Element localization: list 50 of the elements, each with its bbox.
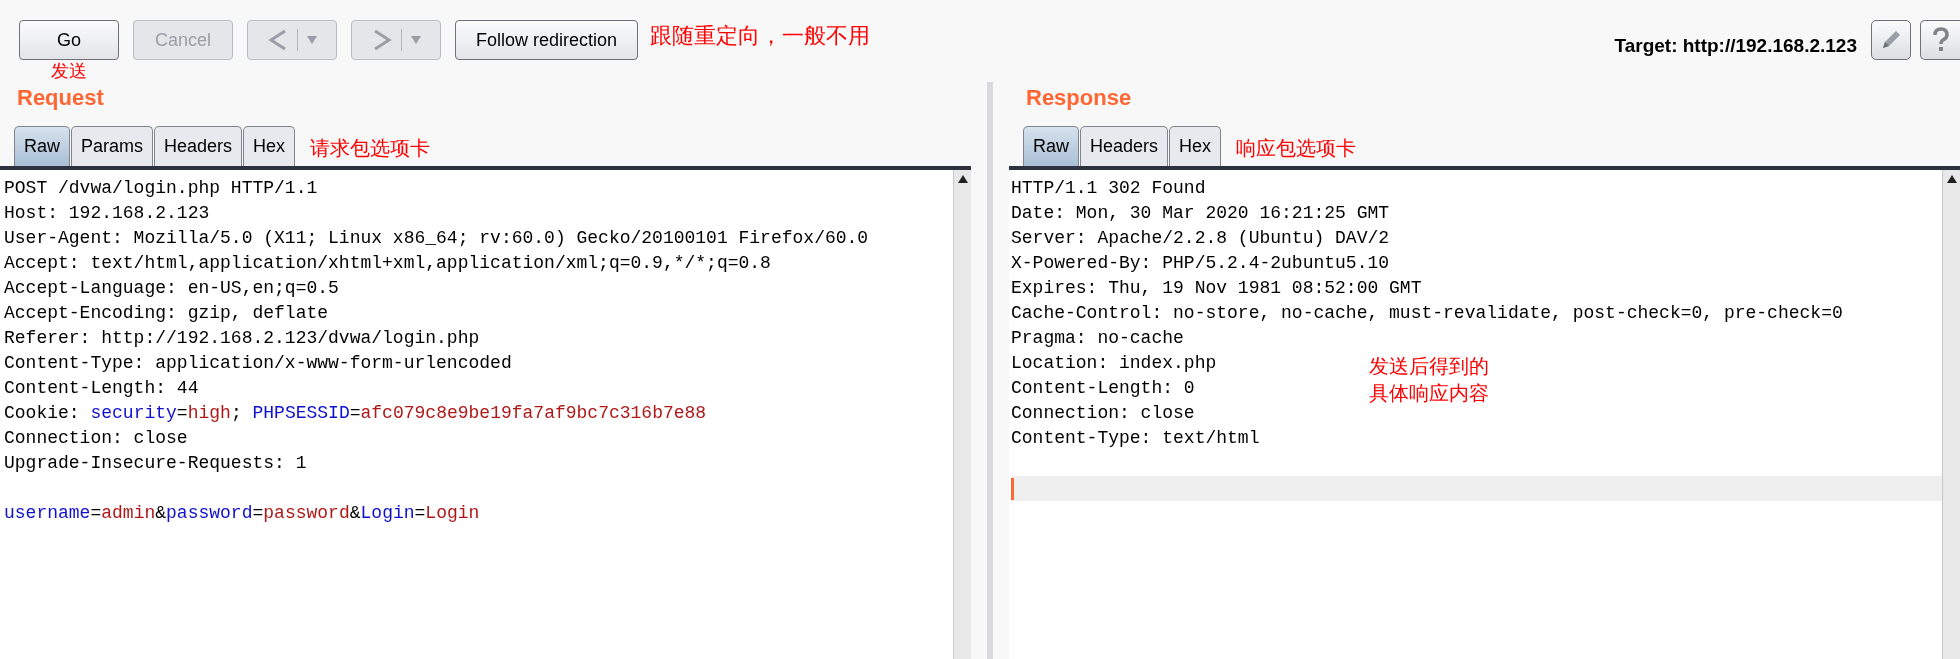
code-line: Content-Length: 0 — [1011, 377, 1195, 400]
dropdown-caret-icon — [305, 35, 318, 45]
code-line: Location: index.php — [1011, 352, 1217, 375]
code-line: User-Agent: Mozilla/5.0 (X11; Linux x86_64; rv:60.0) Gecko/20100101 Firefox/60.0 — [4, 227, 869, 250]
code-line: Content-Length: 44 — [4, 377, 199, 400]
code-line: X-Powered-By: PHP/5.2.4-2ubuntu5.10 — [1011, 252, 1390, 275]
help-button[interactable] — [1920, 20, 1960, 60]
tab[interactable]: Headers — [154, 126, 243, 166]
annotation: 响应包选项卡 — [1236, 136, 1357, 161]
code-line: username=admin&password=password&Login=Login — [4, 502, 480, 525]
code-line: Accept-Language: en-US,en;q=0.5 — [4, 277, 339, 300]
tab[interactable]: Hex — [1169, 126, 1222, 166]
annotation: 跟随重定向，一般不用 — [650, 22, 871, 50]
annotation: 请求包选项卡 — [310, 136, 431, 161]
panel-title: Request — [16, 84, 105, 112]
edit-target-button[interactable] — [1871, 20, 1911, 60]
code-line: Content-Type: application/x-www-form-urlencoded — [4, 352, 512, 375]
tab[interactable]: Hex — [243, 126, 296, 166]
panel-title: Response — [1025, 84, 1133, 112]
tab[interactable]: Params — [71, 126, 154, 166]
code-line: Cookie: security=high; PHPSESSID=afc079c8e9be19fa7af9bc7c316b7e88 — [4, 402, 707, 425]
go-button[interactable]: Go — [19, 20, 119, 60]
scrollbar[interactable] — [953, 170, 971, 659]
code-line: Server: Apache/2.2.8 (Ubuntu) DAV/2 — [1011, 227, 1390, 250]
code-line: Expires: Thu, 19 Nov 1981 08:52:00 GMT — [1011, 277, 1422, 300]
tab[interactable]: Raw — [1023, 126, 1079, 166]
annotation: 发送 — [51, 60, 87, 82]
annotation: 发送后得到的 — [1369, 354, 1489, 379]
code-line: Cache-Control: no-store, no-cache, must-revalidate, post-check=0, pre-check=0 — [1011, 302, 1843, 325]
help-icon — [1931, 27, 1950, 53]
tab[interactable]: Headers — [1080, 126, 1169, 166]
code-line: Date: Mon, 30 Mar 2020 16:21:25 GMT — [1011, 202, 1390, 225]
code-line: Referer: http://192.168.2.123/dvwa/login.php — [4, 327, 480, 350]
code-line: Content-Type: text/html — [1011, 427, 1260, 450]
target-label: Target: http://192.168.2.123 — [1614, 34, 1857, 58]
annotation: 具体响应内容 — [1369, 381, 1489, 406]
code-line: Host: 192.168.2.123 — [4, 202, 210, 225]
code-line: POST /dvwa/login.php HTTP/1.1 — [4, 177, 318, 200]
dropdown-caret-icon — [409, 35, 422, 45]
text-cursor — [1011, 477, 1014, 500]
scrollbar[interactable] — [1942, 170, 1960, 659]
follow-redirection-button[interactable]: Follow redirection — [455, 20, 639, 60]
code-line: Upgrade-Insecure-Requests: 1 — [4, 452, 307, 475]
code-line: Accept: text/html,application/xhtml+xml,application/xml;q=0.9,*/*;q=0.8 — [4, 252, 771, 275]
code-line: Connection: close — [1011, 402, 1195, 425]
code-line: Pragma: no-cache — [1011, 327, 1184, 350]
code-line: HTTP/1.1 302 Found — [1011, 177, 1206, 200]
tab[interactable]: Raw — [14, 126, 70, 166]
code-line: Accept-Encoding: gzip, deflate — [4, 302, 329, 325]
code-line: Connection: close — [4, 427, 188, 450]
